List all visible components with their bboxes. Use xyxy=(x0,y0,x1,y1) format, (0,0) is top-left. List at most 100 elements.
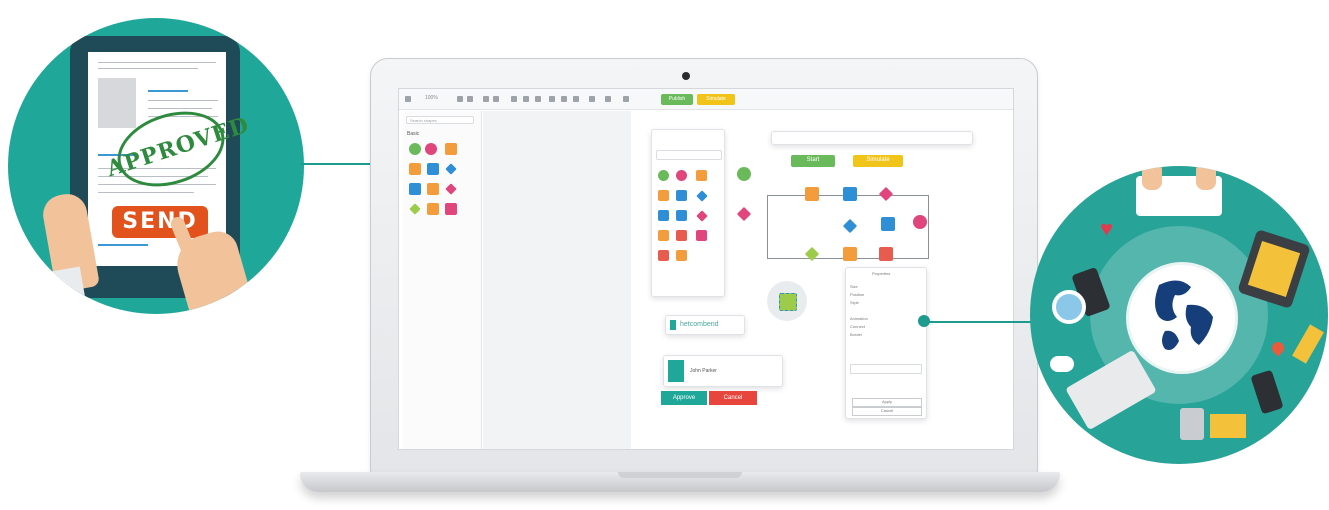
task-shape[interactable] xyxy=(445,143,457,155)
palette-task[interactable] xyxy=(696,170,707,181)
zoom-in-icon[interactable] xyxy=(457,96,463,102)
laptop-camera xyxy=(682,72,690,80)
approve-button[interactable]: Approve xyxy=(661,391,707,405)
intermediate-event-shape[interactable] xyxy=(425,143,437,155)
laptop-notch xyxy=(618,472,742,478)
start-event-shape[interactable] xyxy=(409,143,421,155)
chat-bubble-icon xyxy=(1050,356,1074,372)
heart-icon: ♥ xyxy=(1100,216,1114,241)
doc-line xyxy=(98,68,198,69)
redo-icon[interactable] xyxy=(493,96,499,102)
end-event-shape[interactable] xyxy=(445,203,457,215)
palette-script-task[interactable] xyxy=(658,210,669,221)
sidebar-section-label: Basic xyxy=(407,131,420,137)
palette-send-task[interactable] xyxy=(658,230,669,241)
parallel-gateway-shape[interactable] xyxy=(409,203,421,215)
zoom-out-icon[interactable] xyxy=(467,96,473,102)
flow-task-2[interactable] xyxy=(843,187,857,201)
start-flow-button[interactable]: Start xyxy=(791,155,835,167)
diagram-canvas[interactable]: Start Simulate hetcombend John Parker Ap… xyxy=(633,111,1013,449)
properties-cancel-button[interactable]: Cancel xyxy=(852,407,922,416)
line-color-icon[interactable] xyxy=(561,96,567,102)
waypoint-icon[interactable] xyxy=(605,96,611,102)
tablet-approval-illustration: APPROVED SEND xyxy=(8,18,304,314)
properties-item-style[interactable]: Style xyxy=(850,300,859,305)
palette-call-activity[interactable] xyxy=(676,250,687,261)
simulate-button[interactable]: Simulate xyxy=(697,94,735,105)
selected-shape[interactable] xyxy=(779,293,797,311)
properties-title: Properties xyxy=(872,271,891,276)
connection-icon[interactable] xyxy=(589,96,595,102)
publish-button[interactable]: Publish xyxy=(661,94,693,105)
properties-apply-button[interactable]: Apply xyxy=(852,398,922,407)
exclusive-gateway-shape[interactable] xyxy=(445,183,457,195)
app-toolbar: 100% Publish Simulate xyxy=(399,89,1013,110)
cancel-button[interactable]: Cancel xyxy=(709,391,757,405)
doc-link-line xyxy=(98,244,148,246)
doc-link-line xyxy=(148,90,188,92)
document-image-placeholder xyxy=(98,78,136,128)
format-toolbar xyxy=(771,131,973,145)
send-button[interactable]: SEND xyxy=(112,206,208,238)
properties-item-position[interactable]: Position xyxy=(850,292,864,297)
palette-exclusive-gateway[interactable] xyxy=(696,210,708,222)
floating-palette xyxy=(651,129,725,297)
flow-task-3[interactable] xyxy=(881,217,895,231)
user-card: John Parker xyxy=(663,355,783,387)
flow-task-1[interactable] xyxy=(805,187,819,201)
palette-search-input[interactable] xyxy=(656,150,722,160)
flow-gateway-1[interactable] xyxy=(736,206,752,222)
undo-icon[interactable] xyxy=(483,96,489,102)
service-task-shape[interactable] xyxy=(427,163,439,175)
flow-task-5[interactable] xyxy=(879,247,893,261)
palette-manual-task[interactable] xyxy=(676,210,687,221)
palette-sub-process[interactable] xyxy=(658,250,669,261)
properties-item-animation[interactable]: Animation xyxy=(850,316,868,321)
doc-line xyxy=(98,192,194,193)
calculator-icon xyxy=(1180,408,1204,440)
delete-icon[interactable] xyxy=(511,96,517,102)
properties-dropdown[interactable] xyxy=(850,364,922,374)
magnifier-icon xyxy=(1052,290,1086,324)
global-network-illustration: ♥ xyxy=(1030,166,1328,464)
palette-intermediate-event[interactable] xyxy=(676,170,687,181)
properties-item-border[interactable]: Border xyxy=(850,332,862,337)
shadow-icon[interactable] xyxy=(573,96,579,102)
properties-item-size[interactable]: Size xyxy=(850,284,858,289)
user-task-shape[interactable] xyxy=(409,163,421,175)
manual-task-shape[interactable] xyxy=(427,183,439,195)
location-pin-icon xyxy=(1269,339,1287,357)
logo-card: hetcombend xyxy=(665,315,745,335)
insert-icon[interactable] xyxy=(623,96,629,102)
logo-mark xyxy=(670,320,676,330)
globe-icon xyxy=(1126,262,1238,374)
envelope-icon xyxy=(1210,414,1246,438)
flow-end-event[interactable] xyxy=(913,215,927,229)
palette-service-task[interactable] xyxy=(676,190,687,201)
right-connector-line xyxy=(924,321,1036,323)
gateway-shape[interactable] xyxy=(445,163,457,175)
palette-gateway[interactable] xyxy=(696,190,708,202)
palette-end-event[interactable] xyxy=(696,230,707,241)
shape-search-input[interactable]: Search shapes xyxy=(406,116,474,124)
palette-user-task[interactable] xyxy=(658,190,669,201)
paste-icon[interactable] xyxy=(535,96,541,102)
doc-line xyxy=(148,108,212,109)
hand-right-top xyxy=(1196,166,1216,190)
palette-receive-task[interactable] xyxy=(676,230,687,241)
menu-icon[interactable] xyxy=(405,96,411,102)
zoom-select[interactable]: 100% xyxy=(425,95,438,101)
flow-task-4[interactable] xyxy=(843,247,857,261)
copy-icon[interactable] xyxy=(523,96,529,102)
simulate-flow-button[interactable]: Simulate xyxy=(853,155,903,167)
properties-item-connect[interactable]: Connect xyxy=(850,324,865,329)
user-avatar xyxy=(668,360,684,382)
grey-canvas-area[interactable] xyxy=(483,111,631,449)
send-task-shape[interactable] xyxy=(427,203,439,215)
script-task-shape[interactable] xyxy=(409,183,421,195)
fill-icon[interactable] xyxy=(549,96,555,102)
flow-start-event[interactable] xyxy=(737,167,751,181)
hand-left-top xyxy=(1142,166,1162,190)
palette-start-event[interactable] xyxy=(658,170,669,181)
doc-line xyxy=(98,62,216,63)
